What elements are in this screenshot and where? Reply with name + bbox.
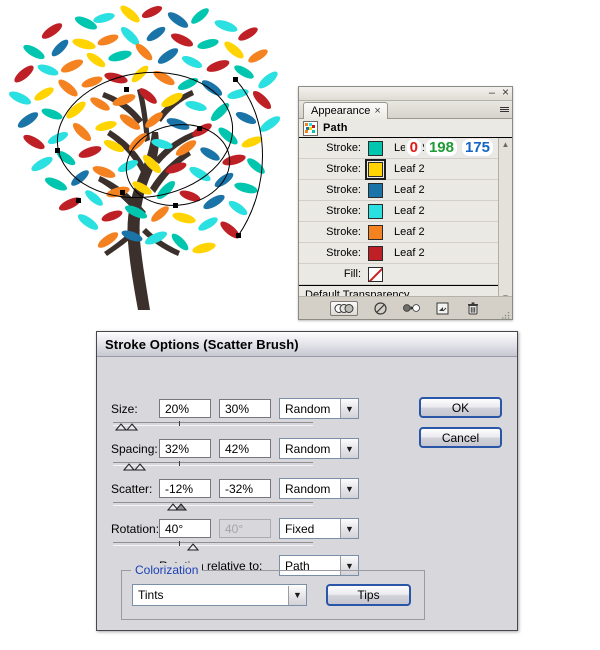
no-fill-swatch-icon[interactable]	[368, 266, 383, 282]
size-min-input[interactable]: 20%	[159, 399, 211, 418]
rgb-green-value: 198	[423, 138, 459, 158]
stroke-color-swatch[interactable]	[365, 158, 386, 180]
slider-track	[113, 542, 313, 546]
colorization-group: Colorization Tints ▼ Tips	[121, 563, 425, 620]
stroke-color-swatch[interactable]	[368, 245, 383, 261]
tree-illustration-canvas	[0, 0, 300, 325]
appearance-scrollbar[interactable]: ▲ ▼	[498, 138, 512, 304]
ok-button[interactable]: OK	[419, 397, 502, 418]
slider-tick	[179, 461, 180, 466]
delete-selected-item-icon[interactable]	[465, 301, 482, 315]
stroke-color-swatch[interactable]	[368, 182, 383, 198]
slider-tick	[179, 421, 180, 426]
chevron-down-icon[interactable]: ▼	[340, 479, 358, 498]
panel-menu-icon[interactable]	[495, 103, 509, 115]
colorization-title: Colorization	[131, 563, 203, 577]
spacing-min-input[interactable]: 32%	[159, 439, 211, 458]
brush-name: Leaf 2	[394, 205, 425, 217]
path-thumbnail-icon	[303, 120, 318, 136]
table-row[interactable]: Stroke: Leaf 2	[299, 180, 512, 201]
rotation-max-input: 40°	[219, 519, 271, 538]
colorization-method-value: Tints	[138, 588, 164, 602]
page-title: Path	[323, 122, 348, 134]
colorization-method-dropdown[interactable]: Tints ▼	[132, 584, 307, 606]
dialog-titlebar: Stroke Options (Scatter Brush)	[97, 332, 517, 357]
row-label: Fill:	[343, 268, 361, 280]
slider-track	[113, 502, 313, 506]
stroke-color-swatch[interactable]	[368, 203, 383, 219]
brush-name: Leaf 2	[394, 226, 425, 238]
appearance-attribute-list[interactable]: Stroke: Leaf 2 0 198 175 Stroke: Leaf 2 …	[299, 138, 512, 304]
scroll-up-icon[interactable]: ▲	[499, 138, 512, 151]
rotation-mode-value: Fixed	[285, 521, 315, 536]
rgb-blue-value: 175	[459, 138, 495, 158]
rotation-handle[interactable]	[187, 543, 199, 551]
clear-appearance-icon[interactable]	[372, 301, 389, 315]
scatter-max-input[interactable]: -32%	[219, 479, 271, 498]
stroke-color-swatch[interactable]	[368, 140, 383, 156]
appearance-panel[interactable]: – × Appearance × Path Stroke: Leaf 2	[298, 86, 513, 320]
scatter-slider[interactable]	[113, 501, 313, 513]
scatter-mode-dropdown[interactable]: Random ▼	[279, 478, 359, 499]
row-label: Stroke:	[326, 226, 361, 238]
table-row[interactable]: Stroke: Leaf 2	[299, 243, 512, 264]
dialog-body: Size: 20% 30% Random ▼ Spacing: 32% 42% …	[97, 357, 517, 630]
chevron-down-icon[interactable]: ▼	[340, 399, 358, 418]
spacing-mode-dropdown[interactable]: Random ▼	[279, 438, 359, 459]
rotation-mode-dropdown[interactable]: Fixed ▼	[279, 518, 359, 539]
chevron-down-icon[interactable]: ▼	[340, 519, 358, 538]
spacing-slider[interactable]	[113, 461, 313, 473]
brush-name: Leaf 2	[394, 163, 425, 175]
minimize-icon[interactable]: –	[489, 87, 495, 99]
scatter-mode-value: Random	[285, 481, 331, 496]
brush-name: Leaf 2	[394, 184, 425, 196]
brush-name: Leaf 2	[394, 247, 425, 259]
tab-appearance-label: Appearance	[311, 105, 371, 117]
slider-track	[113, 422, 313, 426]
tips-button[interactable]: Tips	[326, 584, 411, 606]
table-row[interactable]: Stroke: Leaf 2	[299, 158, 512, 180]
size-max-handle[interactable]	[126, 423, 138, 431]
spacing-max-input[interactable]: 42%	[219, 439, 271, 458]
appearance-panel-footer	[299, 296, 512, 319]
close-icon[interactable]: ×	[502, 86, 509, 98]
size-max-input[interactable]: 30%	[219, 399, 271, 418]
slider-tick	[179, 541, 180, 546]
resize-grip-icon[interactable]	[502, 310, 510, 319]
rotation-min-input[interactable]: 40°	[159, 519, 211, 538]
table-row[interactable]: Stroke: Leaf 2	[299, 201, 512, 222]
duplicate-selected-item-icon[interactable]	[434, 301, 451, 315]
row-label: Stroke:	[326, 184, 361, 196]
panel-titlebar[interactable]: – ×	[299, 86, 512, 101]
tab-appearance[interactable]: Appearance ×	[303, 102, 388, 119]
row-label: Stroke:	[326, 163, 361, 175]
table-row[interactable]: Stroke: Leaf 2	[299, 222, 512, 243]
chevron-down-icon[interactable]: ▼	[340, 439, 358, 458]
new-art-has-basic-appearance-icon[interactable]	[329, 300, 358, 316]
table-row[interactable]: Stroke: Leaf 2 0 198 175	[299, 138, 512, 159]
rgb-red-value: 0	[404, 138, 423, 158]
spacing-mode-value: Random	[285, 441, 331, 456]
spacing-max-handle[interactable]	[134, 463, 146, 471]
rotation-slider[interactable]	[113, 541, 313, 553]
panel-tab-row: Appearance ×	[299, 101, 512, 119]
stroke-color-swatch[interactable]	[368, 224, 383, 240]
scatter-max-handle[interactable]	[175, 503, 187, 511]
size-slider[interactable]	[113, 421, 313, 433]
rgb-value-badge: 0 198 175	[404, 138, 495, 158]
size-mode-value: Random	[285, 401, 331, 416]
size-mode-dropdown[interactable]: Random ▼	[279, 398, 359, 419]
dialog-title: Stroke Options (Scatter Brush)	[105, 336, 299, 352]
chevron-down-icon[interactable]: ▼	[288, 585, 306, 605]
row-label: Stroke:	[326, 247, 361, 259]
scatter-min-input[interactable]: -12%	[159, 479, 211, 498]
cancel-button[interactable]: Cancel	[419, 427, 502, 448]
tab-close-icon[interactable]: ×	[374, 105, 380, 117]
row-label: Stroke:	[326, 142, 361, 154]
appearance-target-row: Path	[299, 119, 512, 138]
fill-row[interactable]: Fill:	[299, 264, 512, 285]
stroke-options-dialog[interactable]: Stroke Options (Scatter Brush) Size: 20%…	[96, 331, 518, 631]
row-label: Stroke:	[326, 205, 361, 217]
reduce-to-basic-appearance-icon[interactable]	[402, 301, 420, 315]
